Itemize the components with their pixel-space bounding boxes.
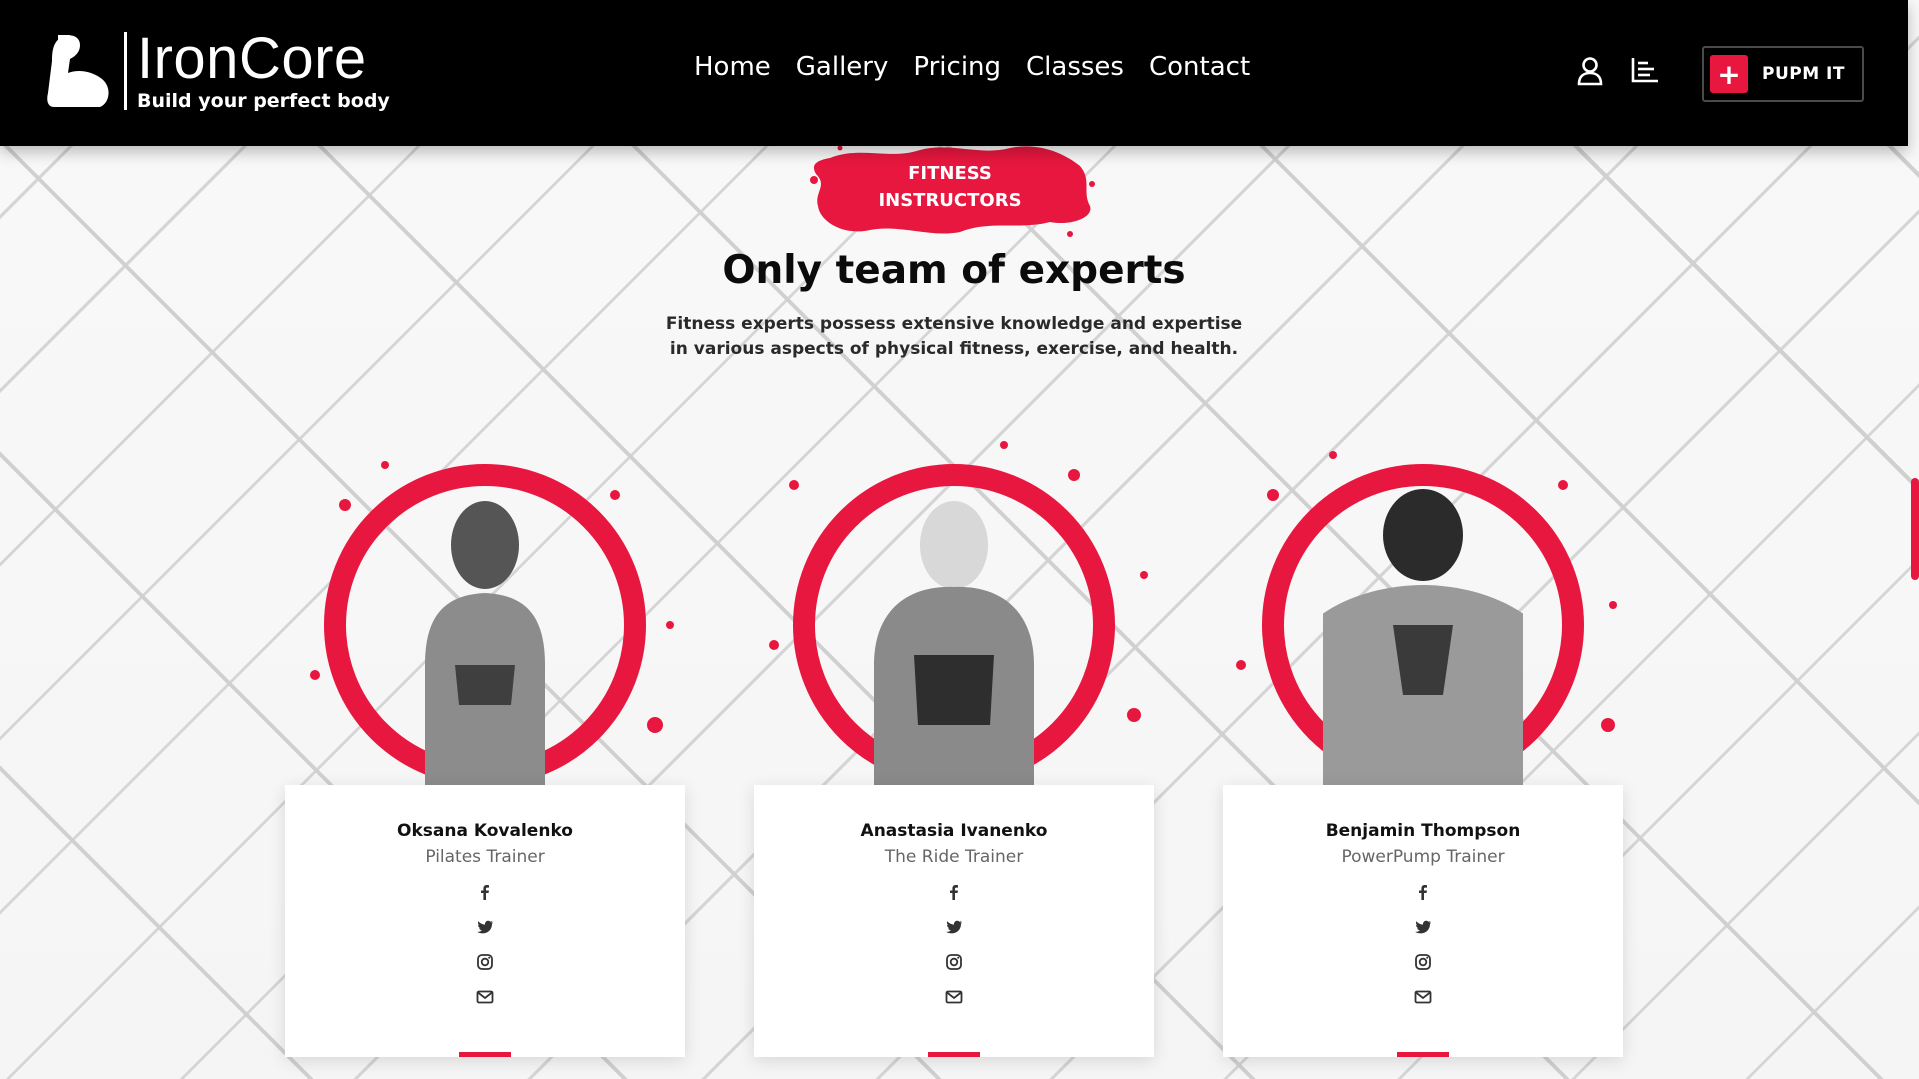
flexed-arm-icon bbox=[47, 35, 109, 107]
instagram-icon[interactable] bbox=[1413, 952, 1433, 972]
trainer-name: Anastasia Ivanenko bbox=[860, 821, 1048, 841]
nav-contact[interactable]: Contact bbox=[1149, 52, 1250, 82]
trainer-card: Benjamin Thompson PowerPump Trainer bbox=[1213, 425, 1633, 1075]
trainer-card: Anastasia Ivanenko The Ride Trainer bbox=[744, 425, 1164, 1075]
plus-icon: + bbox=[1710, 55, 1748, 93]
trainer-role: Pilates Trainer bbox=[425, 847, 545, 867]
trainer-role: PowerPump Trainer bbox=[1341, 847, 1505, 867]
card-accent-bar bbox=[459, 1052, 511, 1057]
scrollbar-thumb[interactable] bbox=[1911, 478, 1919, 580]
logo[interactable]: IronCore Build your perfect body bbox=[44, 28, 390, 114]
trainer-photo bbox=[425, 501, 545, 825]
trainer-info-card: Anastasia Ivanenko The Ride Trainer bbox=[754, 785, 1154, 1057]
trainer-name: Benjamin Thompson bbox=[1325, 821, 1521, 841]
trainer-info-card: Benjamin Thompson PowerPump Trainer bbox=[1223, 785, 1623, 1057]
instagram-icon[interactable] bbox=[944, 952, 964, 972]
pump-it-label: PUPM IT bbox=[1762, 64, 1845, 84]
section-title: Only team of experts bbox=[722, 248, 1186, 293]
user-icon[interactable] bbox=[1576, 56, 1604, 86]
pump-it-button[interactable]: + PUPM IT bbox=[1702, 46, 1864, 102]
trainer-role: The Ride Trainer bbox=[884, 847, 1024, 867]
mail-icon[interactable] bbox=[944, 987, 964, 1007]
section-badge: FITNESS INSTRUCTORS bbox=[800, 160, 1100, 214]
social-links bbox=[754, 882, 1154, 1007]
nav-pricing[interactable]: Pricing bbox=[913, 52, 1001, 82]
facebook-icon[interactable] bbox=[1413, 882, 1433, 902]
site-header: IronCore Build your perfect body Home Ga… bbox=[0, 0, 1908, 146]
social-links bbox=[1223, 882, 1623, 1007]
trainer-name: Oksana Kovalenko bbox=[397, 821, 573, 841]
trainer-card: Oksana Kovalenko Pilates Trainer bbox=[275, 425, 695, 1075]
facebook-icon[interactable] bbox=[944, 882, 964, 902]
nav-home[interactable]: Home bbox=[694, 52, 771, 82]
mail-icon[interactable] bbox=[1413, 987, 1433, 1007]
facebook-icon[interactable] bbox=[475, 882, 495, 902]
card-accent-bar bbox=[928, 1052, 980, 1057]
badge-line-2: INSTRUCTORS bbox=[878, 190, 1022, 211]
card-accent-bar bbox=[1397, 1052, 1449, 1057]
section-subtitle: Fitness experts possess extensive knowle… bbox=[665, 314, 1243, 359]
mail-icon[interactable] bbox=[475, 987, 495, 1007]
header-icons bbox=[1576, 56, 1660, 86]
twitter-icon[interactable] bbox=[475, 917, 495, 937]
trainer-photo bbox=[874, 501, 1034, 825]
badge-line-1: FITNESS bbox=[908, 163, 992, 184]
social-links bbox=[285, 882, 685, 1007]
nav-gallery[interactable]: Gallery bbox=[796, 52, 889, 82]
brand-name: IronCore bbox=[137, 26, 367, 91]
list-chart-icon[interactable] bbox=[1630, 56, 1660, 84]
trainer-info-card: Oksana Kovalenko Pilates Trainer bbox=[285, 785, 685, 1057]
instagram-icon[interactable] bbox=[475, 952, 495, 972]
twitter-icon[interactable] bbox=[944, 917, 964, 937]
main-nav: Home Gallery Pricing Classes Contact bbox=[694, 52, 1250, 82]
trainer-photo bbox=[1323, 489, 1523, 825]
logo-divider bbox=[124, 32, 127, 110]
nav-classes[interactable]: Classes bbox=[1026, 52, 1124, 82]
brand-tagline: Build your perfect body bbox=[137, 90, 390, 112]
twitter-icon[interactable] bbox=[1413, 917, 1433, 937]
logo-text: IronCore Build your perfect body bbox=[137, 26, 390, 113]
